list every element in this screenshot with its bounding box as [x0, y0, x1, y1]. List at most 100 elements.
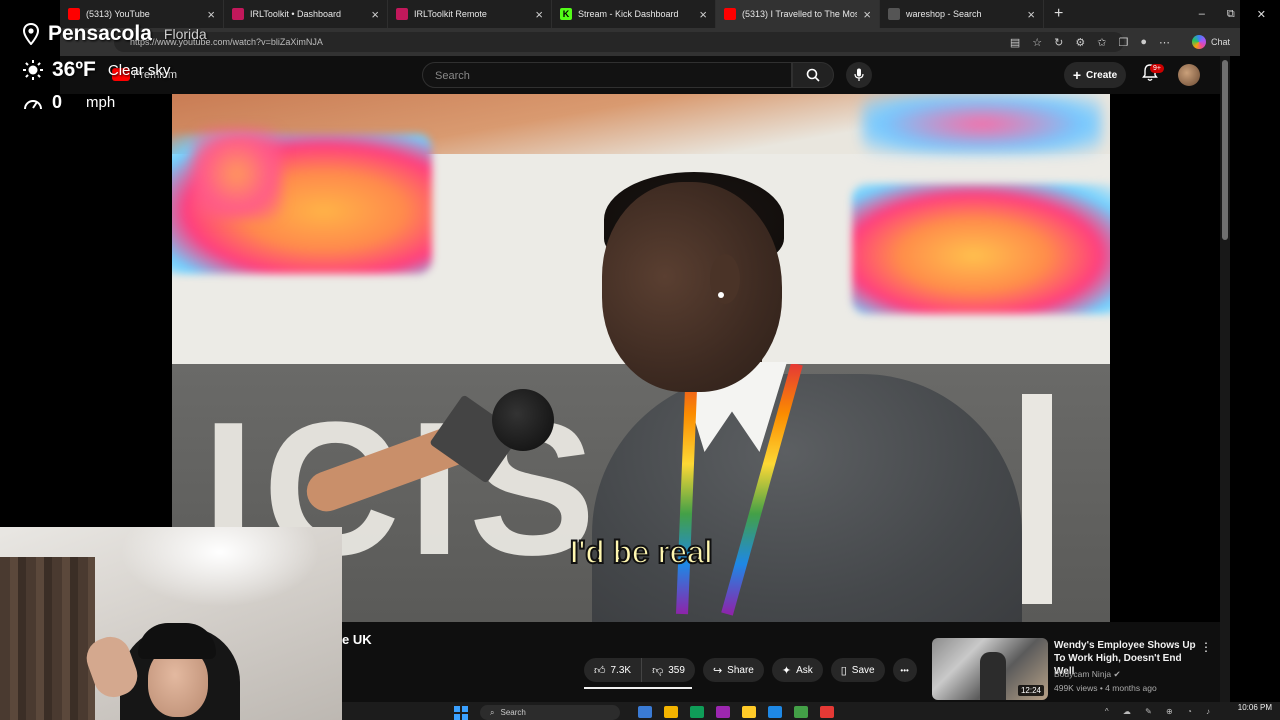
taskbar-clock: 10:06 PM [1237, 703, 1272, 712]
taskbar-app-icon[interactable] [664, 706, 678, 718]
webcam-curtain [0, 557, 95, 720]
recommended-channel[interactable]: Bodycam Ninja ✔ [1054, 669, 1121, 680]
voice-search-button[interactable] [846, 62, 872, 88]
thumbs-down-icon: 👎︎ [652, 664, 664, 677]
reader-icon[interactable]: ▤ [1010, 36, 1020, 49]
tab-close-icon[interactable]: × [207, 7, 215, 22]
save-button[interactable]: ▯ Save [830, 658, 885, 682]
tab-favicon-icon [396, 8, 408, 20]
dislike-button[interactable]: 👎︎ 359 [642, 658, 695, 682]
browser-tab[interactable]: (5313) I Travelled to The Most RAC × [716, 0, 880, 28]
taskbar-app-icon[interactable] [820, 706, 834, 718]
streamer-webcam [0, 527, 342, 720]
interviewee-head [602, 182, 782, 392]
video-duration: 12:24 [1017, 685, 1044, 696]
more-actions-button[interactable]: ••• [892, 658, 917, 682]
search-icon: ⌕ [490, 707, 495, 717]
tab-favicon-icon [724, 8, 736, 20]
copilot-chat-button[interactable]: Chat [1191, 33, 1230, 51]
taskbar-app-icon[interactable] [794, 706, 808, 718]
tab-close-icon[interactable]: × [535, 7, 543, 22]
taskbar-app-icon[interactable] [742, 706, 756, 718]
copilot-icon [1191, 35, 1206, 49]
tab-title: (5313) I Travelled to The Most RAC [742, 9, 858, 19]
taskbar-app-icon[interactable] [716, 706, 730, 718]
video-actions: 👍︎ 7.3K 👎︎ 359 ↪ Share ✦ Ask ▯ Save ••• [584, 658, 917, 682]
browser-tab[interactable]: IRLToolkit • Dashboard × [224, 0, 388, 28]
profile-icon[interactable]: ● [1140, 36, 1147, 48]
sun-icon [23, 60, 43, 80]
like-dislike-group: 👍︎ 7.3K 👎︎ 359 [584, 658, 695, 682]
speedometer-icon [24, 99, 42, 109]
taskbar-search-label: Search [500, 708, 526, 717]
taskbar-apps [638, 706, 834, 718]
recommended-meta: 499K views • 4 months ago [1054, 683, 1157, 693]
rainbow-lanyard [676, 364, 803, 616]
neon-light-right-top [862, 94, 1102, 154]
recommended-thumbnail[interactable]: 12:24 [932, 638, 1048, 700]
collections-icon[interactable]: ❐ [1118, 36, 1128, 49]
sign-letter-bar [1022, 394, 1052, 604]
tab-title: IRLToolkit Remote [414, 9, 487, 19]
overlay-speed: 0 [52, 92, 63, 112]
url-text[interactable]: https://www.youtube.com/watch?v=bliZaXim… [130, 37, 323, 47]
ask-button[interactable]: ✦ Ask [771, 658, 823, 682]
tab-title: (5313) YouTube [86, 9, 150, 19]
favorites-icon[interactable]: ✩ [1097, 36, 1106, 49]
create-button[interactable]: + Create [1064, 62, 1126, 88]
share-button[interactable]: ↪ Share [702, 658, 764, 682]
search-placeholder: Search [435, 70, 470, 82]
favorite-star-icon[interactable]: ☆ [1032, 36, 1042, 49]
recommended-menu-icon[interactable]: ⋮ [1200, 640, 1212, 654]
browser-tab[interactable]: wareshop - Search × [880, 0, 1044, 28]
tab-close-icon[interactable]: × [699, 7, 707, 22]
search-input[interactable]: Search [422, 62, 792, 88]
like-button[interactable]: 👍︎ 7.3K [584, 658, 643, 682]
share-icon: ↪ [712, 664, 723, 677]
verified-icon: ✔ [1113, 669, 1121, 679]
dislike-count: 359 [668, 664, 685, 676]
webcam-ceiling-light [120, 527, 320, 607]
tab-favicon-icon [888, 8, 900, 20]
refresh-icon[interactable]: ↻ [1054, 36, 1063, 49]
taskbar-app-icon[interactable] [638, 706, 652, 718]
scrollbar[interactable] [1220, 56, 1230, 702]
tab-favicon-icon [68, 8, 80, 20]
sparkle-icon: ✦ [781, 664, 792, 677]
taskbar-app-icon[interactable] [690, 706, 704, 718]
search-icon [806, 68, 820, 82]
ask-label: Ask [796, 664, 813, 676]
system-tray[interactable]: ^ ☁ ✎ ⊕ ◔ ♪ [1105, 707, 1216, 716]
extensions-icon[interactable]: ⚙ [1075, 36, 1085, 49]
tab-close-icon[interactable]: × [1027, 7, 1035, 22]
scrollbar-thumb[interactable] [1222, 60, 1228, 240]
interviewee-ear [710, 254, 740, 304]
search-button[interactable] [792, 62, 834, 88]
neon-light-left-top [192, 129, 282, 219]
new-tab-button[interactable]: + [1054, 5, 1063, 23]
avatar[interactable] [1178, 64, 1200, 86]
bookmark-icon: ▯ [840, 664, 847, 677]
microphone-icon [854, 68, 864, 81]
location-pin-icon [22, 23, 40, 45]
thumbs-up-icon: 👍︎ [594, 664, 606, 677]
plus-icon: + [1072, 67, 1082, 83]
taskbar-search[interactable]: ⌕ Search [480, 705, 620, 720]
streamer-cap [138, 623, 216, 659]
browser-tab[interactable]: IRLToolkit Remote × [388, 0, 552, 28]
restore-button[interactable]: ⧉ [1227, 8, 1235, 21]
start-button[interactable] [454, 706, 468, 720]
tab-close-icon[interactable]: × [371, 7, 379, 22]
minimize-button[interactable]: – [1199, 8, 1205, 20]
taskbar-app-icon[interactable] [768, 706, 782, 718]
recommended-video[interactable]: 12:24 Wendy's Employee Shows Up To Work … [932, 638, 1220, 702]
overlay-temperature: 36ºF [52, 58, 96, 81]
more-dots-icon: ••• [900, 665, 909, 675]
menu-dots-icon[interactable]: ⋯ [1159, 36, 1170, 49]
earring [718, 292, 724, 298]
neon-light-right [852, 184, 1110, 314]
address-bar-icons: ▤ ☆ ↻ ⚙ ✩ ❐ ● ⋯ [1010, 28, 1170, 56]
tab-close-icon[interactable]: × [863, 7, 871, 22]
close-window-button[interactable]: ✕ [1257, 8, 1266, 21]
browser-tab[interactable]: K Stream - Kick Dashboard × [552, 0, 716, 28]
